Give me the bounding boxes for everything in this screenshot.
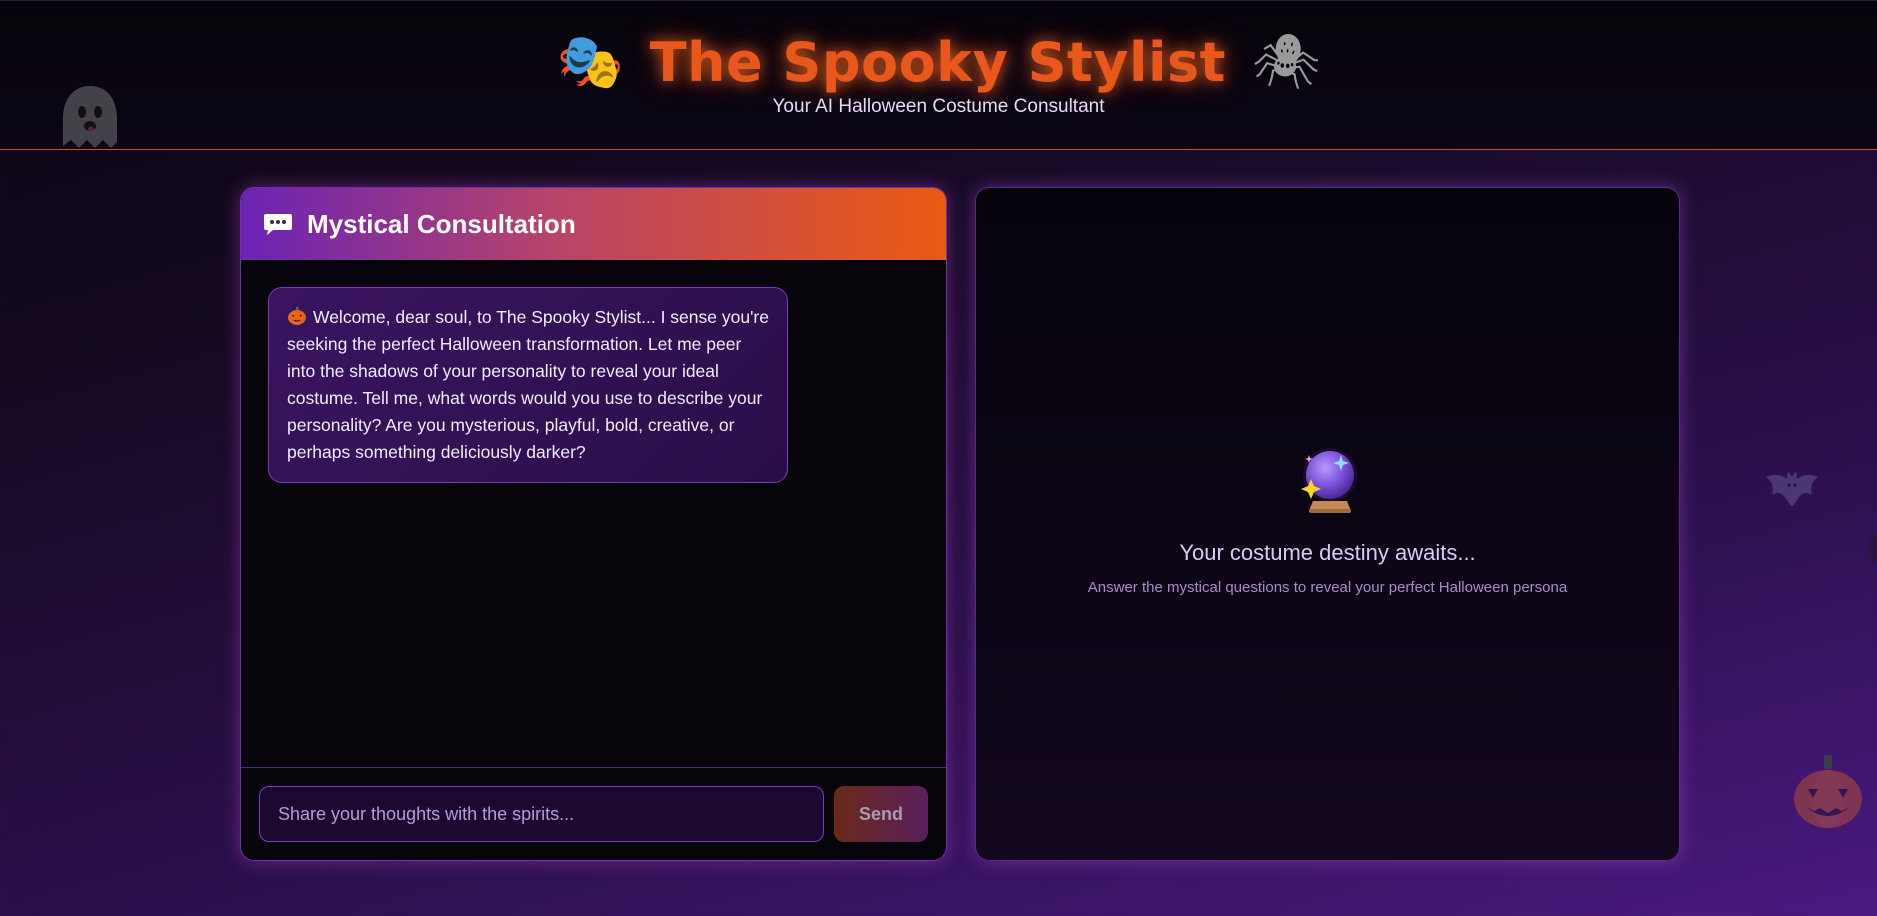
bat-icon [1766, 471, 1818, 507]
ghost-icon [63, 86, 117, 148]
costume-result-panel: Your costume destiny awaits... Answer th… [975, 187, 1680, 861]
pumpkin-icon [1794, 755, 1862, 828]
app-subtitle: Your AI Halloween Costume Consultant [772, 96, 1105, 117]
jack-o-lantern-icon [288, 307, 306, 325]
app-header: 🎭 The Spooky Stylist 🕷 Your AI Halloween… [0, 0, 1877, 150]
chat-input[interactable] [259, 786, 824, 842]
message-text: Welcome, dear soul, to The Spooky Stylis… [287, 307, 769, 462]
scroll-edge-indicator [1868, 529, 1877, 567]
chat-input-area: Send [241, 767, 946, 860]
theater-masks-icon: 🎭 [556, 30, 624, 93]
destiny-subtitle: Answer the mystical questions to reveal … [1087, 579, 1568, 596]
chat-panel: Mystical Consultation Welcome, dear soul… [240, 187, 947, 861]
spider-icon: 🕷 [1251, 30, 1321, 93]
chat-header: Mystical Consultation [241, 188, 946, 260]
crystal-ball-icon [1301, 448, 1357, 513]
destiny-title: Your costume destiny awaits... [1179, 540, 1476, 565]
assistant-message: Welcome, dear soul, to The Spooky Stylis… [268, 287, 788, 483]
speech-bubble-icon [264, 214, 292, 235]
send-button[interactable]: Send [834, 786, 928, 842]
chat-title: Mystical Consultation [307, 208, 576, 239]
app-title: The Spooky Stylist [649, 30, 1226, 94]
title-row: 🎭 The Spooky Stylist 🕷 [0, 17, 1877, 107]
